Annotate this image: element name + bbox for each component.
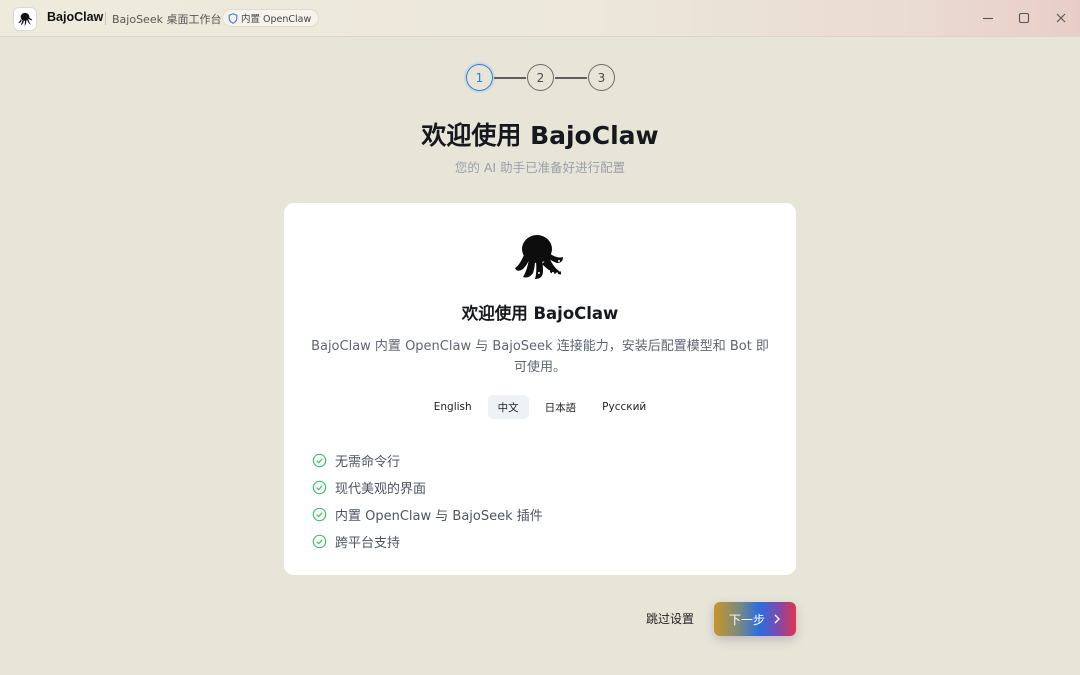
step-1-label: 1 [475,70,484,85]
language-option-japanese[interactable]: 日本語 [535,395,587,419]
language-selector: English 中文 日本語 Русский [284,395,796,419]
next-step-button[interactable]: 下一步 [714,602,796,636]
skip-setup-button[interactable]: 跳过设置 [646,610,694,627]
language-option-russian[interactable]: Русский [592,395,656,419]
builtin-badge: 内置 OpenClaw [222,9,320,27]
page-subtitle: 您的 AI 助手已准备好进行配置 [454,160,626,175]
language-option-chinese[interactable]: 中文 [487,395,529,419]
app-logo-icon [13,7,37,31]
app-subtitle: BajoSeek 桌面工作台 [112,13,222,26]
step-3-label: 3 [597,70,606,85]
feature-label: 现代美观的界面 [335,482,427,497]
step-2: 2 [527,64,554,91]
step-1: 1 [466,64,493,91]
app-name: BajoClaw [47,10,104,24]
close-button[interactable] [1048,6,1074,30]
page-title: 欢迎使用 BajoClaw [421,121,659,150]
check-circle-icon [312,507,327,522]
maximize-icon [1018,12,1030,24]
minimize-icon [983,17,993,20]
feature-item: 现代美观的界面 [312,474,543,501]
close-icon [1056,13,1066,23]
step-connector [494,77,526,79]
title-bar: BajoClaw BajoSeek 桌面工作台 内置 OpenClaw [0,0,1080,37]
minimize-button[interactable] [975,6,1001,30]
check-circle-icon [312,534,327,549]
octopus-logo-icon [515,235,563,279]
feature-list: 无需命令行 现代美观的界面 内置 OpenClaw 与 BajoSeek 插件 … [312,447,543,555]
next-step-label: 下一步 [728,612,765,627]
feature-item: 跨平台支持 [312,528,543,555]
card-description: BajoClaw 内置 OpenClaw 与 BajoSeek 连接能力，安装后… [311,339,769,375]
card-title: 欢迎使用 BajoClaw [461,304,619,323]
badge-label: 内置 OpenClaw [241,14,312,25]
maximize-button[interactable] [1011,6,1037,30]
welcome-card: 欢迎使用 BajoClaw BajoClaw 内置 OpenClaw 与 Baj… [284,203,796,575]
language-option-english[interactable]: English [424,395,482,419]
feature-item: 内置 OpenClaw 与 BajoSeek 插件 [312,501,543,528]
check-circle-icon [312,480,327,495]
step-3: 3 [588,64,615,91]
feature-label: 内置 OpenClaw 与 BajoSeek 插件 [335,509,543,524]
shield-icon [228,12,238,24]
chevron-right-icon [774,614,780,624]
check-circle-icon [312,453,327,468]
step-connector [555,77,587,79]
title-divider [105,12,106,25]
feature-label: 无需命令行 [335,455,401,470]
feature-item: 无需命令行 [312,447,543,474]
feature-label: 跨平台支持 [335,536,401,551]
step-2-label: 2 [536,70,545,85]
